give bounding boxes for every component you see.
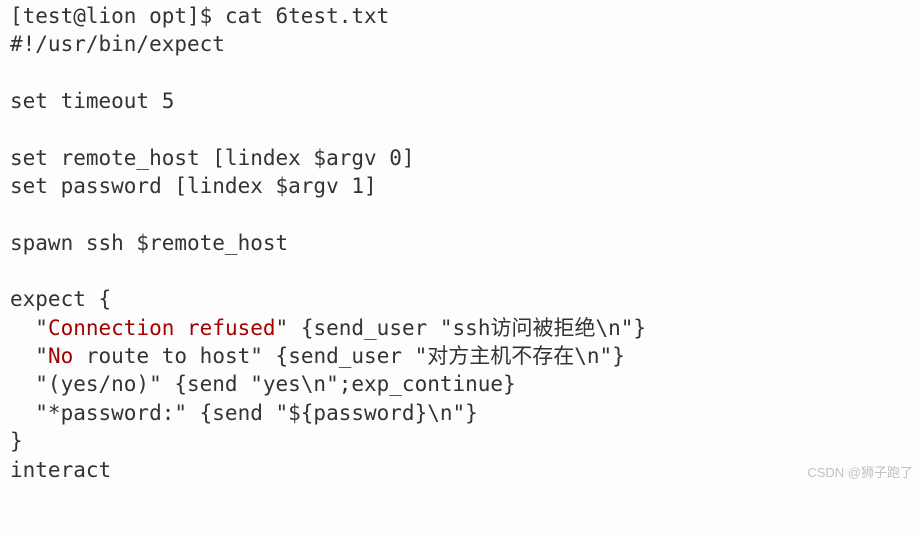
script-line: "*password:" {send "${password}\n"} (10, 401, 478, 425)
quote: " (35, 316, 48, 340)
script-line-rest: " {send_user "ssh访问被拒绝\n"} (276, 316, 647, 340)
terminal-output: [test@lion opt]$ cat 6test.txt #!/usr/bi… (10, 2, 911, 484)
script-line: } (10, 429, 23, 453)
quote: " (35, 344, 48, 368)
script-line: interact (10, 458, 111, 482)
script-line: #!/usr/bin/expect (10, 32, 225, 56)
script-line: spawn ssh $remote_host (10, 231, 288, 255)
script-line: set password [lindex $argv 1] (10, 174, 377, 198)
script-line: "(yes/no)" {send "yes\n";exp_continue} (10, 372, 516, 396)
script-line: set remote_host [lindex $argv 0] (10, 146, 415, 170)
highlighted-text: Connection refused (48, 316, 276, 340)
script-line-mid: route to host (73, 344, 250, 368)
script-line-rest: " {send_user "对方主机不存在\n"} (250, 344, 625, 368)
command-text: cat 6test.txt (225, 4, 389, 28)
shell-prompt: [test@lion opt]$ (10, 4, 225, 28)
script-line: set timeout 5 (10, 89, 174, 113)
highlighted-text: No (48, 344, 73, 368)
script-line: expect { (10, 287, 111, 311)
watermark-text: CSDN @狮子跑了 (807, 464, 913, 482)
